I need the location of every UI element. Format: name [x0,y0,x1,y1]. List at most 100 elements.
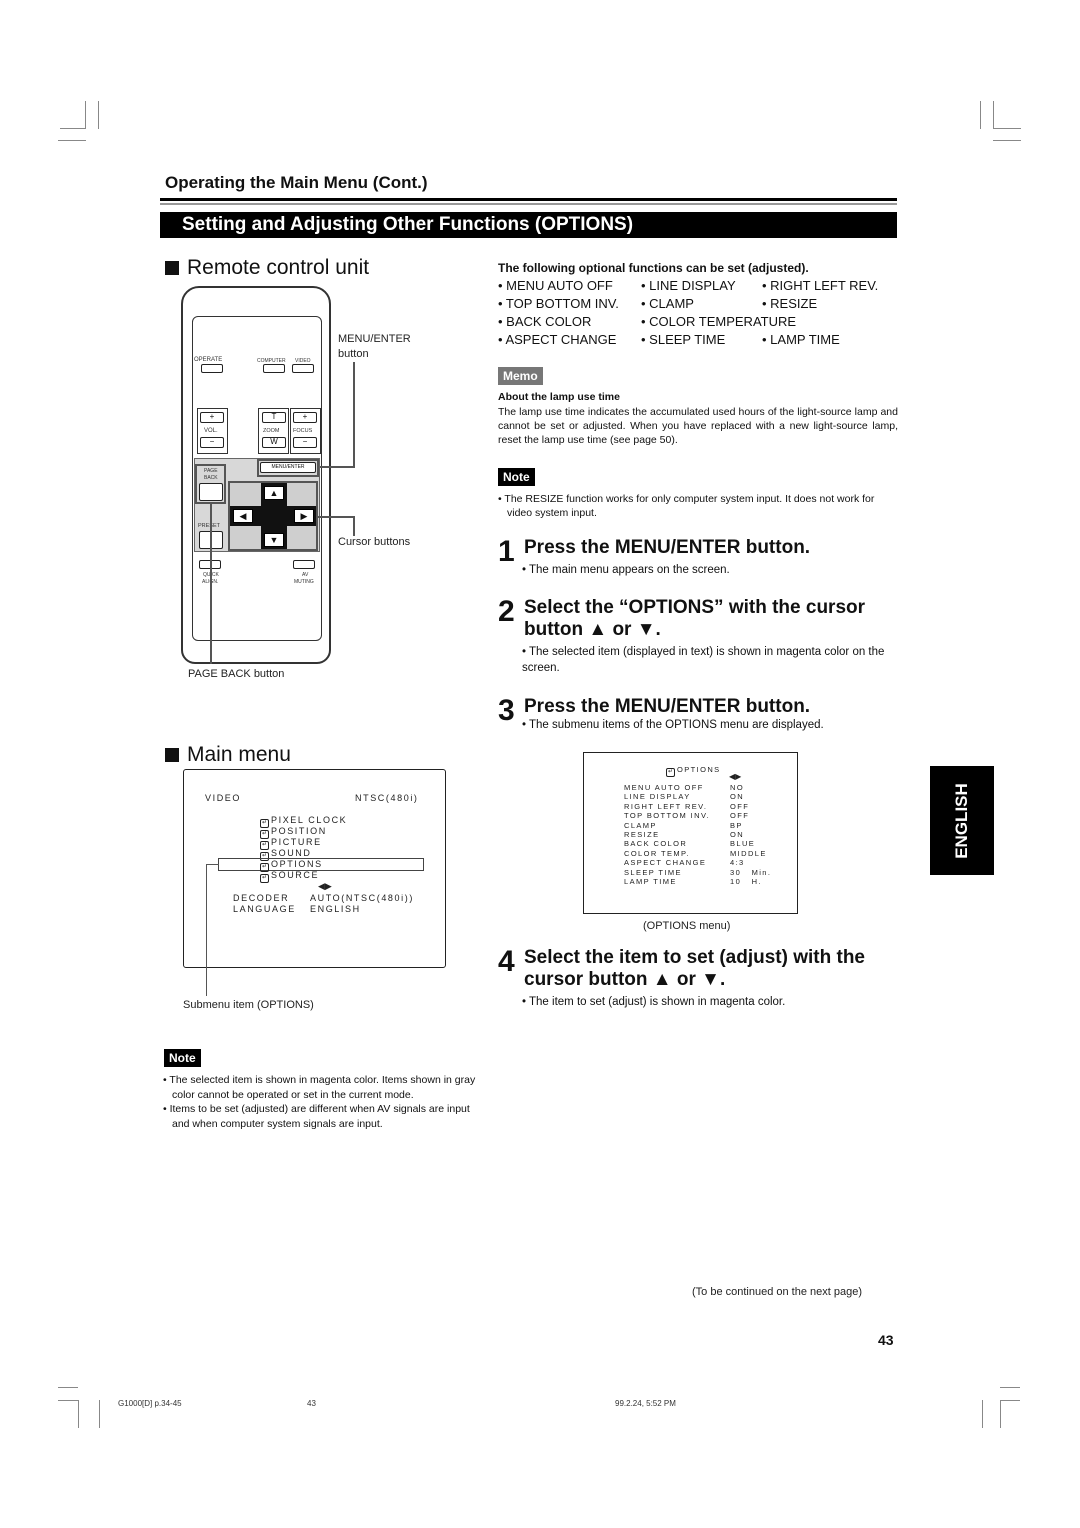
step-title: Press the MENU/ENTER button. [524,696,811,717]
left-right-arrows-icon: ◀▶ [729,772,742,781]
muting-label: MUTING [294,579,314,585]
step-description: • The selected item (displayed in text) … [522,646,885,674]
divider [160,198,897,201]
options-row-value[interactable]: MIDDLE [730,849,767,858]
zoom-wide-button[interactable]: W [262,437,286,448]
crop-mark [58,1400,78,1401]
step-number: 2 [498,595,515,628]
video-button[interactable] [292,364,314,373]
options-row-label[interactable]: ASPECT CHANGE [624,858,706,867]
options-row-label[interactable]: RESIZE [624,830,660,839]
options-row-value[interactable]: NO [730,783,744,792]
options-row-label[interactable]: COLOR TEMP. [624,849,690,858]
signal-label: NTSC(480i) [355,793,419,803]
cursor-up-button[interactable]: ▲ [264,486,284,500]
decoder-value[interactable]: AUTO(NTSC(480i)) [310,893,414,903]
options-row-label[interactable]: BACK COLOR [624,839,687,848]
operate-button[interactable] [201,364,223,373]
step-title: Press the MENU/ENTER button. [524,537,811,558]
crop-mark [980,101,981,129]
footer-page: 43 [307,1399,316,1408]
language-tab-label: ENGLISH [952,782,971,859]
focus-up-button[interactable]: + [293,412,317,423]
memo-body: The lamp use time indicates the accumula… [498,406,898,446]
page-number: 43 [878,1332,894,1348]
av-muting-button[interactable] [293,560,315,569]
preset-label: PRESET [198,523,221,529]
step-4: 4 Select the item to set (adjust) with t… [498,947,908,1010]
options-row-label[interactable]: LAMP TIME [624,877,677,886]
focus-down-button[interactable]: − [293,437,317,448]
options-row-value[interactable]: BP [730,821,743,830]
option-item [762,314,898,329]
step-description: • The item to set (adjust) is shown in m… [522,996,786,1008]
source-label: VIDEO [205,793,242,803]
left-right-arrows-icon: ◀▶ [318,881,332,891]
footer-file: G1000[D] p.34-45 [118,1399,182,1408]
callout-line [320,466,355,468]
option-item: • ASPECT CHANGE [498,332,617,347]
options-row-label[interactable]: LINE DISPLAY [624,792,691,801]
main-menu-heading-text: Main menu [187,743,291,766]
cursor-right-button[interactable]: ▶ [294,509,314,523]
step-description: • The submenu items of the OPTIONS menu … [522,719,824,731]
cursor-callout: Cursor buttons [338,536,411,548]
options-row-label[interactable]: CLAMP [624,821,657,830]
square-bullet-icon [165,748,179,762]
options-row-label[interactable]: SLEEP TIME [624,868,682,877]
crop-mark [993,128,1021,129]
option-item: • RIGHT LEFT REV. [762,278,879,293]
computer-button[interactable] [263,364,285,373]
menu-item-label: PICTURE [271,837,322,847]
crop-mark [60,128,86,129]
page-title: Setting and Adjusting Other Functions (O… [160,212,897,238]
language-value[interactable]: ENGLISH [310,904,361,914]
zoom-tele-button[interactable]: T [262,412,286,423]
menu-enter-button[interactable]: MENU/ENTER [260,462,316,473]
menu-enter-callout: button [338,348,369,360]
option-item: • COLOR TEMPERATURE [641,314,797,329]
memo-badge: Memo [498,367,543,385]
page-back-button[interactable] [199,483,223,501]
crop-mark [58,1387,78,1388]
menu-item-source[interactable]: ↵ SOURCE [260,870,319,883]
option-item: • LINE DISPLAY [641,278,736,293]
callout-line [210,504,212,664]
operate-label: OPERATE [194,357,223,363]
divider [160,203,897,205]
options-row-value[interactable]: ON [730,792,744,801]
options-row-value[interactable]: OFF [730,811,749,820]
vol-up-button[interactable]: + [200,412,224,423]
options-row-value[interactable]: BLUE [730,839,755,848]
options-row-label[interactable]: MENU AUTO OFF [624,783,704,792]
step-1: 1 Press the MENU/ENTER button. • The mai… [498,537,908,578]
step-description: • The main menu appears on the screen. [522,564,730,576]
options-row-value[interactable]: 30 Min. [730,868,771,877]
callout-line [318,516,355,518]
options-row-value[interactable]: 4:3 [730,858,745,867]
submenu-icon: ↵ [260,874,269,883]
crop-mark [993,101,994,129]
options-row-label[interactable]: RIGHT LEFT REV. [624,802,707,811]
options-menu-title-text: OPTIONS [677,765,721,774]
step-number: 1 [498,535,515,568]
options-row-value[interactable]: ON [730,830,744,839]
page-back-callout: PAGE BACK button [188,668,285,680]
note-list: • The RESIZE function works for only com… [498,492,900,520]
main-menu-heading: Main menu [165,743,291,767]
menu-item-label: PIXEL CLOCK [271,815,348,825]
options-menu-caption: (OPTIONS menu) [643,920,731,932]
decoder-label: DECODER [233,893,290,903]
note-list: • The selected item is shown in magenta … [163,1073,483,1131]
vol-down-button[interactable]: − [200,437,224,448]
options-row-label[interactable]: TOP BOTTOM INV. [624,811,710,820]
step-2: 2 Select the “OPTIONS” with the cursor b… [498,597,908,676]
crop-mark [98,101,99,129]
options-row-value[interactable]: OFF [730,802,749,811]
option-item: • MENU AUTO OFF [498,278,613,293]
note-badge: Note [164,1049,201,1067]
options-row-value[interactable]: 10 H. [730,877,762,886]
callout-line [206,864,207,996]
cursor-down-button[interactable]: ▼ [264,533,284,547]
cursor-left-button[interactable]: ◀ [233,509,253,523]
